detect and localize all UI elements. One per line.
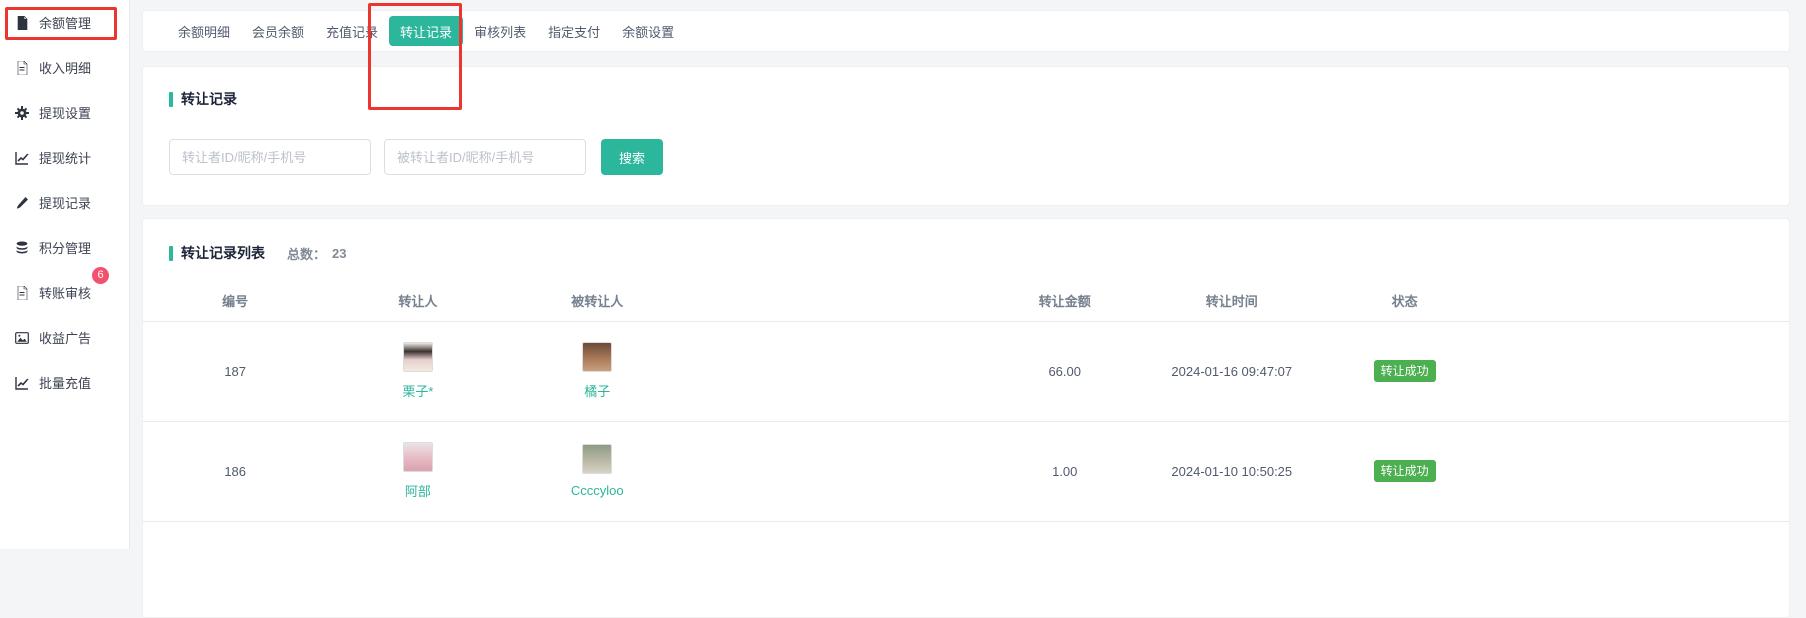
transferee-name-link[interactable]: 橘子 — [584, 381, 610, 400]
col-header-transferee: 被转让人 — [508, 281, 686, 321]
sidebar-item-label: 积分管理 — [39, 238, 91, 257]
sidebar-item-batch-recharge[interactable]: 批量充值 — [0, 360, 129, 405]
sidebar-item-transfer-audit[interactable]: 转账审核 6 — [0, 270, 129, 315]
gear-icon — [14, 105, 30, 121]
sidebar-item-revenue-ads[interactable]: 收益广告 — [0, 315, 129, 360]
sidebar-item-label: 余额管理 — [39, 13, 91, 32]
col-header-status: 状态 — [1308, 281, 1501, 321]
sidebar: 余额管理 收入明细 提现设置 提现统计 提现记录 积分管理 转账审核 6 收益广… — [0, 0, 130, 549]
tab-member-balance[interactable]: 会员余额 — [241, 10, 315, 52]
cell-status: 转让成功 — [1308, 421, 1501, 521]
sidebar-item-points-manage[interactable]: 积分管理 — [0, 225, 129, 270]
status-badge: 转让成功 — [1374, 360, 1436, 382]
section-accent-bar — [169, 92, 173, 107]
cell-transferor: 阿部 — [327, 421, 508, 521]
cell-status: 转让成功 — [1308, 321, 1501, 421]
sidebar-item-withdraw-settings[interactable]: 提现设置 — [0, 90, 129, 135]
search-button[interactable]: 搜索 — [601, 139, 663, 175]
status-badge: 转让成功 — [1374, 460, 1436, 482]
line-chart-icon — [14, 375, 30, 391]
tab-designated-payment[interactable]: 指定支付 — [537, 10, 611, 52]
section-title-text: 转让记录 — [181, 89, 237, 109]
table-row: 186 阿部 Ccccyloo 1.00 2024-01-10 10:50:25 — [143, 421, 1789, 521]
col-header-transferor: 转让人 — [327, 281, 508, 321]
transferee-name-link[interactable]: Ccccyloo — [571, 483, 624, 498]
document-icon — [14, 15, 30, 31]
total-label: 总数： — [287, 244, 326, 263]
tab-balance-detail[interactable]: 余额明细 — [167, 10, 241, 52]
table-section-title: 转让记录列表 总数： 23 — [143, 243, 1789, 263]
sidebar-item-label: 转账审核 — [39, 283, 91, 302]
cell-transferee: Ccccyloo — [508, 421, 686, 521]
transferee-avatar[interactable] — [582, 444, 612, 474]
search-section-title: 转让记录 — [169, 89, 1763, 109]
table-row: 187 栗子* 橘子 66.00 2024-01-16 09:47:07 — [143, 321, 1789, 421]
cell-amount: 66.00 — [974, 321, 1155, 421]
transfer-records-card: 转让记录列表 总数： 23 编号 转让人 被转让人 转让金额 转让时间 状态 — [142, 218, 1790, 618]
sidebar-item-label: 收益广告 — [39, 328, 91, 347]
col-header-time: 转让时间 — [1155, 281, 1308, 321]
table-title-text: 转让记录列表 — [181, 243, 265, 263]
transferee-search-input[interactable] — [384, 139, 586, 175]
transferor-name-link[interactable]: 阿部 — [405, 481, 431, 500]
sidebar-item-label: 提现设置 — [39, 103, 91, 122]
transferor-avatar[interactable] — [403, 442, 433, 472]
cell-time: 2024-01-10 10:50:25 — [1155, 421, 1308, 521]
document-icon — [14, 60, 30, 76]
section-accent-bar — [169, 246, 173, 261]
image-icon — [14, 330, 30, 346]
cell-id: 186 — [143, 421, 327, 521]
transfer-search-card: 转让记录 搜索 — [142, 66, 1790, 206]
col-header-filler — [1501, 281, 1789, 321]
document-icon — [14, 285, 30, 301]
coins-icon — [14, 240, 30, 256]
transferor-avatar[interactable] — [403, 342, 433, 372]
cell-amount: 1.00 — [974, 421, 1155, 521]
tab-audit-list[interactable]: 审核列表 — [463, 10, 537, 52]
sidebar-item-label: 提现记录 — [39, 193, 91, 212]
sidebar-item-label: 收入明细 — [39, 58, 91, 77]
cell-transferee: 橘子 — [508, 321, 686, 421]
tab-transfer-records[interactable]: 转让记录 — [389, 16, 463, 46]
sidebar-item-withdraw-stats[interactable]: 提现统计 — [0, 135, 129, 180]
col-header-spacer — [686, 281, 974, 321]
cell-id: 187 — [143, 321, 327, 421]
sidebar-item-label: 批量充值 — [39, 373, 91, 392]
total-value: 23 — [332, 246, 346, 261]
line-chart-icon — [14, 150, 30, 166]
tab-recharge-records[interactable]: 充值记录 — [315, 10, 389, 52]
tab-balance-settings[interactable]: 余额设置 — [611, 10, 685, 52]
col-header-amount: 转让金额 — [974, 281, 1155, 321]
cell-transferor: 栗子* — [327, 321, 508, 421]
transfer-records-table: 编号 转让人 被转让人 转让金额 转让时间 状态 187 栗子* — [143, 281, 1789, 522]
sidebar-item-label: 提现统计 — [39, 148, 91, 167]
sidebar-item-balance-manage[interactable]: 余额管理 — [0, 0, 129, 45]
balance-tabbar: 余额明细 会员余额 充值记录 转让记录 审核列表 指定支付 余额设置 — [142, 10, 1790, 52]
table-header-row: 编号 转让人 被转让人 转让金额 转让时间 状态 — [143, 281, 1789, 321]
col-header-id: 编号 — [143, 281, 327, 321]
search-row: 搜索 — [169, 139, 1763, 175]
transferee-avatar[interactable] — [582, 342, 612, 372]
sidebar-item-income-detail[interactable]: 收入明细 — [0, 45, 129, 90]
pen-icon — [14, 195, 30, 211]
audit-count-badge: 6 — [92, 267, 109, 284]
transferor-name-link[interactable]: 栗子* — [402, 381, 433, 400]
cell-time: 2024-01-16 09:47:07 — [1155, 321, 1308, 421]
transferor-search-input[interactable] — [169, 139, 371, 175]
sidebar-item-withdraw-records[interactable]: 提现记录 — [0, 180, 129, 225]
